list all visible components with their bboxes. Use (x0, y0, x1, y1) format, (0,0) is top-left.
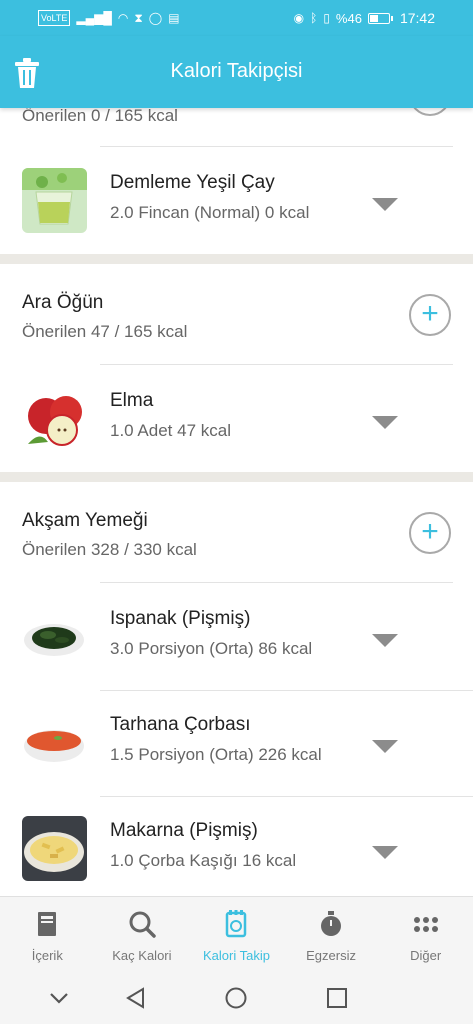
nav-label: Kaç Kalori (112, 948, 172, 963)
meal-section-ara-ogun: Ara Öğün Önerilen 47 / 165 kcal + Elma 1… (0, 264, 473, 472)
meal-section-aksam-yemegi: Akşam Yemeği Önerilen 328 / 330 kcal + I… (0, 482, 473, 896)
app-bar: Kalori Takipçisi (0, 36, 473, 108)
divider (100, 146, 453, 147)
nav-label: İçerik (31, 948, 63, 963)
back-icon[interactable] (124, 986, 148, 1010)
meal-list[interactable]: Önerilen 0 / 165 kcal Demleme Yeşil Çay … (0, 108, 473, 896)
food-item[interactable]: Demleme Yeşil Çay 2.0 Fincan (Normal) 0 … (0, 148, 473, 254)
nav-label: Kalori Takip (203, 948, 270, 963)
food-detail: 1.0 Adet 47 kcal (110, 421, 231, 440)
soup-image (22, 710, 87, 775)
nav-item-kalori-takip[interactable]: Kalori Takip (189, 897, 284, 972)
food-detail: 3.0 Porsiyon (Orta) 86 kcal (110, 639, 313, 658)
chevron-down-icon[interactable] (372, 634, 398, 647)
whatsapp-icon: ◯ (148, 11, 163, 25)
nav-label: Egzersiz (306, 948, 356, 963)
battery-percent: %46 (335, 10, 362, 26)
food-item[interactable]: Elma 1.0 Adet 47 kcal (0, 366, 473, 472)
book-icon (38, 912, 57, 936)
system-navigation-bar (0, 972, 473, 1024)
add-food-button[interactable] (409, 108, 451, 116)
food-detail: 2.0 Fincan (Normal) 0 kcal (110, 203, 310, 222)
meal-section-partial: Önerilen 0 / 165 kcal Demleme Yeşil Çay … (0, 108, 473, 254)
food-detail: 1.0 Çorba Kaşığı 16 kcal (110, 851, 297, 870)
meal-recommended: Önerilen 328 / 330 kcal (22, 540, 197, 559)
spinach-image (22, 604, 87, 669)
nav-item-kac-kalori[interactable]: Kaç Kalori (95, 897, 190, 972)
meal-title: Ara Öğün (22, 292, 104, 313)
food-name: Tarhana Çorbası (110, 714, 251, 735)
meal-recommended: Önerilen 0 / 165 kcal (22, 108, 178, 125)
battery-fill (369, 14, 378, 22)
battery-icon (367, 12, 393, 24)
nav-item-diger[interactable]: Diğer (378, 897, 473, 972)
nav-item-icerik[interactable]: İçerik (0, 897, 95, 972)
home-icon[interactable] (224, 986, 248, 1010)
bluetooth-icon: ᛒ (310, 11, 318, 25)
status-bar-left-icons: VoLTE ▂▄▆█ ◠ ⧗ ◯ ▤ (38, 10, 180, 26)
chevron-down-icon[interactable] (47, 986, 71, 1010)
meal-recommended: Önerilen 47 / 165 kcal (22, 322, 188, 341)
eye-icon: ◉ (293, 11, 305, 25)
wifi-icon: ◠ (117, 11, 129, 25)
status-bar-right-icons: ◉ ᛒ ▯ %46 17:42 (294, 10, 435, 26)
food-name: Elma (110, 390, 154, 411)
tracker-icon (226, 910, 247, 938)
nav-label: Diğer (410, 948, 442, 963)
stopwatch-icon (321, 911, 342, 936)
food-name: Demleme Yeşil Çay (110, 172, 275, 193)
food-item[interactable]: Makarna (Pişmiş) 1.0 Çorba Kaşığı 16 kca… (0, 796, 473, 896)
green-tea-image (22, 168, 87, 233)
news-icon: ▤ (168, 11, 180, 25)
chevron-down-icon[interactable] (372, 416, 398, 429)
vibrate-icon: ▯ (323, 11, 330, 25)
page-title: Kalori Takipçisi (170, 60, 303, 82)
food-name: Makarna (Pişmiş) (110, 820, 258, 841)
meal-title: Akşam Yemeği (22, 510, 148, 531)
hourglass-icon: ⧗ (134, 11, 143, 25)
apple-image (22, 386, 87, 451)
recents-icon[interactable] (325, 986, 349, 1010)
food-item[interactable]: Tarhana Çorbası 1.5 Porsiyon (Orta) 226 … (0, 690, 473, 796)
volte-icon: VoLTE (38, 10, 71, 26)
clock: 17:42 (399, 10, 435, 26)
bottom-navigation: İçerik Kaç Kalori Kalori Takip Egzersiz (0, 896, 473, 972)
add-food-button[interactable]: + (409, 512, 451, 554)
section-separator (0, 254, 473, 264)
chevron-down-icon[interactable] (372, 198, 398, 211)
add-food-button[interactable]: + (409, 294, 451, 336)
food-detail: 1.5 Porsiyon (Orta) 226 kcal (110, 745, 322, 764)
status-bar: VoLTE ▂▄▆█ ◠ ⧗ ◯ ▤ ◉ ᛒ ▯ %46 17:42 (0, 0, 473, 36)
chevron-down-icon[interactable] (372, 740, 398, 753)
divider (100, 582, 453, 583)
nav-item-egzersiz[interactable]: Egzersiz (284, 897, 379, 972)
signal-icon: ▂▄▆█ (76, 11, 112, 25)
food-item[interactable]: Ispanak (Pişmiş) 3.0 Porsiyon (Orta) 86 … (0, 584, 473, 690)
pasta-image (22, 816, 87, 881)
section-separator (0, 472, 473, 482)
more-dots-icon (413, 917, 438, 932)
divider (100, 364, 453, 365)
search-icon (129, 911, 156, 938)
food-name: Ispanak (Pişmiş) (110, 608, 251, 629)
chevron-down-icon[interactable] (372, 846, 398, 859)
